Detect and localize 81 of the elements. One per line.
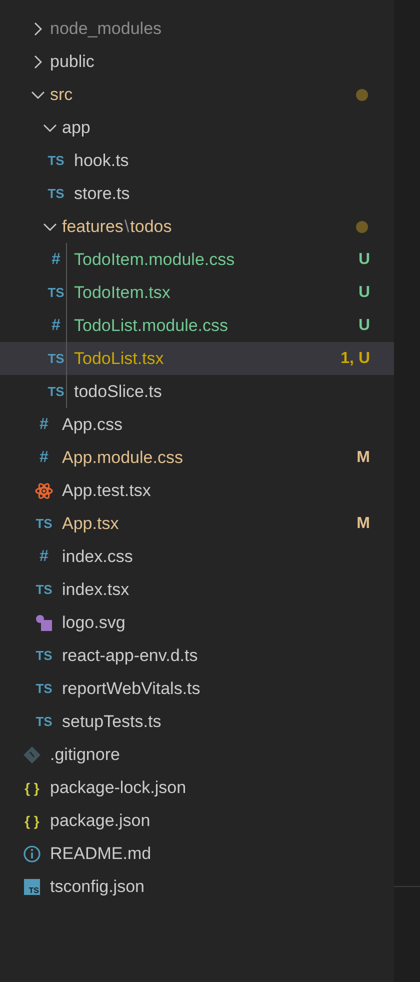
git-status-label: U xyxy=(358,250,370,270)
hash-icon: # xyxy=(40,450,48,466)
tree-row[interactable]: TS App.tsx M xyxy=(0,507,394,540)
file-name: App.test.tsx xyxy=(62,480,152,502)
tree-row[interactable]: { } package-lock.json xyxy=(0,771,394,804)
tree-row[interactable]: # App.css xyxy=(0,408,394,441)
info-icon xyxy=(23,844,41,862)
folder-name: app xyxy=(62,116,92,139)
git-status-label: U xyxy=(358,316,370,336)
file-name: todoSlice.ts xyxy=(74,380,163,403)
file-name: store.ts xyxy=(74,182,131,205)
tree-row[interactable]: TS TodoItem.tsx U xyxy=(0,276,394,309)
file-name: react-app-env.d.ts xyxy=(62,644,199,667)
tree-row[interactable]: README.md xyxy=(0,837,394,870)
folder-name: features\todos xyxy=(62,216,173,238)
tree-row[interactable]: TS store.ts xyxy=(0,177,394,210)
tree-row[interactable]: src xyxy=(0,78,394,111)
typescript-icon: TS xyxy=(36,682,52,695)
typescript-icon: TS xyxy=(36,517,52,530)
file-name: setupTests.ts xyxy=(62,710,162,733)
folder-name: src xyxy=(50,84,74,106)
file-name: App.css xyxy=(62,414,124,436)
tree-row[interactable]: .gitignore xyxy=(0,738,394,771)
hash-icon: # xyxy=(40,416,48,432)
file-name: TodoList.module.css xyxy=(74,314,230,337)
tree-row[interactable]: TS hook.ts xyxy=(0,144,394,177)
typescript-icon: TS xyxy=(48,286,64,299)
typescript-icon: TS xyxy=(36,583,52,596)
file-name: .gitignore xyxy=(50,744,121,766)
tree-row[interactable]: TS react-app-env.d.ts xyxy=(0,639,394,672)
file-name: logo.svg xyxy=(62,612,126,634)
folder-name: public xyxy=(50,50,96,73)
file-name: package.json xyxy=(50,810,152,832)
tree-row[interactable]: { } package.json xyxy=(0,804,394,837)
tree-row[interactable]: logo.svg xyxy=(0,606,394,639)
typescript-icon: TS xyxy=(48,154,64,167)
tree-row[interactable]: TS index.tsx xyxy=(0,573,394,606)
shapes-icon xyxy=(35,614,53,632)
file-name: index.tsx xyxy=(62,578,130,601)
typescript-icon: TS xyxy=(48,385,64,398)
atom-icon xyxy=(35,482,53,500)
git-status-label: M xyxy=(356,448,370,468)
file-name: README.md xyxy=(50,842,152,865)
tree-row[interactable]: TS reportWebVitals.ts xyxy=(0,672,394,705)
tree-row[interactable]: TS tsconfig.json xyxy=(0,870,394,903)
braces-icon: { } xyxy=(24,780,40,794)
file-name: App.module.css xyxy=(62,446,184,469)
git-status-label: 1, U xyxy=(340,348,370,368)
tree-row[interactable]: # index.css xyxy=(0,540,394,573)
hash-icon: # xyxy=(52,318,60,334)
braces-icon: { } xyxy=(24,814,40,828)
file-name: TodoList.tsx xyxy=(74,348,165,370)
hash-icon: # xyxy=(52,252,60,268)
file-name: index.css xyxy=(62,546,134,568)
tree-row[interactable]: TS todoSlice.ts xyxy=(0,375,394,408)
folder-name: node_modules xyxy=(50,18,163,40)
tree-row[interactable]: node_modules xyxy=(0,12,394,45)
typescript-icon: TS xyxy=(48,352,64,365)
file-name: TodoItem.tsx xyxy=(74,282,172,304)
tree-row[interactable]: public xyxy=(0,45,394,78)
tree-row[interactable]: # App.module.css M xyxy=(0,441,394,474)
tree-row[interactable]: # TodoList.module.css U xyxy=(0,309,394,342)
typescript-icon: TS xyxy=(48,187,64,200)
file-name: App.tsx xyxy=(62,512,120,535)
git-status-label: M xyxy=(356,514,370,534)
typescript-config-icon: TS xyxy=(24,878,40,894)
file-name: hook.ts xyxy=(74,150,130,172)
tree-row[interactable]: # TodoItem.module.css U xyxy=(0,243,394,276)
file-name: tsconfig.json xyxy=(50,876,146,898)
tree-row[interactable]: features\todos xyxy=(0,210,394,243)
git-status-label: U xyxy=(358,282,370,302)
typescript-icon: TS xyxy=(36,649,52,662)
tree-row[interactable]: TS setupTests.ts xyxy=(0,705,394,738)
file-name: TodoItem.module.css xyxy=(74,248,236,271)
file-name: reportWebVitals.ts xyxy=(62,678,202,700)
file-name: package-lock.json xyxy=(50,776,188,799)
tree-row[interactable]: app xyxy=(0,111,394,144)
hash-icon: # xyxy=(40,548,48,564)
tree-row[interactable]: App.test.tsx xyxy=(0,474,394,507)
typescript-icon: TS xyxy=(36,715,52,728)
tree-row[interactable]: TS TodoList.tsx 1, U xyxy=(0,342,394,375)
